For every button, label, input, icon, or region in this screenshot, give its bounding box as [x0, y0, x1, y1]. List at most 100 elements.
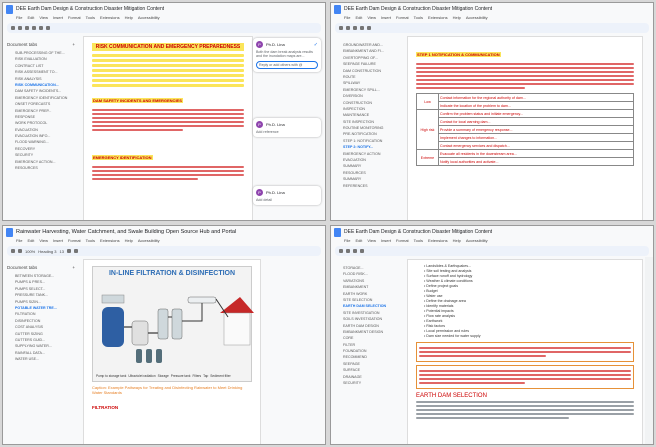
outline-item[interactable]: REFERENCES	[335, 183, 403, 189]
outline-item[interactable]: WATER USE...	[7, 356, 75, 362]
table-cell[interactable]: Contact for local warning dam...	[438, 117, 634, 126]
menu-edit[interactable]: Edit	[27, 15, 34, 22]
figure-label: Sediment filter	[210, 374, 231, 378]
print-icon[interactable]	[353, 249, 357, 253]
menu-insert[interactable]: Insert	[53, 15, 63, 22]
menu-format[interactable]: Format	[68, 238, 81, 245]
resolve-check-icon[interactable]: ✓	[314, 42, 318, 48]
doc-title[interactable]: DEE Earth Dam Design & Construction Disa…	[16, 6, 164, 12]
menu-extensions[interactable]: Extensions	[100, 238, 120, 245]
print-icon[interactable]	[25, 26, 29, 30]
doc-title[interactable]: DEE Earth Dam Design & Construction Disa…	[344, 6, 492, 12]
doc-page[interactable]: STEP 1 NOTIFICATION & COMMUNICATION Low C…	[407, 36, 643, 220]
link-icon[interactable]	[46, 26, 50, 30]
redo-icon[interactable]	[18, 26, 22, 30]
menu-insert[interactable]: Insert	[53, 238, 63, 245]
menu-insert[interactable]: Insert	[381, 15, 391, 22]
doc-title[interactable]: DEE Earth Dam Design & Construction Disa…	[344, 229, 492, 235]
title-bar: DEE Earth Dam Design & Construction Disa…	[331, 3, 653, 15]
menu-view[interactable]: View	[39, 238, 48, 245]
comment-card[interactable]: P Ph.D. Lina ✓ Both the dam break analys…	[253, 38, 321, 72]
zoom-select[interactable]: 100%	[25, 249, 35, 254]
menu-accessibility[interactable]: Accessibility	[138, 238, 160, 245]
comment-card[interactable]: P Ph.D. Lina Add detail	[253, 186, 321, 205]
filtration-figure[interactable]: IN-LINE FILTRATION & DISINFECTION Pump t…	[92, 266, 254, 382]
menu-tools[interactable]: Tools	[414, 238, 423, 245]
menu-format[interactable]: Format	[396, 15, 409, 22]
outline-item[interactable]: SECURITY	[335, 380, 403, 386]
menu-bar: File Edit View Insert Format Tools Exten…	[3, 238, 325, 245]
menu-edit[interactable]: Edit	[27, 238, 34, 245]
table-cell[interactable]: Contact information for the regional aut…	[438, 93, 634, 102]
avatar: P	[256, 189, 263, 196]
italic-icon[interactable]	[367, 26, 371, 30]
table-cell[interactable]: Implement changes to information...	[438, 133, 634, 142]
menu-tools[interactable]: Tools	[86, 15, 95, 22]
menu-file[interactable]: File	[16, 15, 22, 22]
bold-icon[interactable]	[66, 249, 71, 253]
menu-view[interactable]: View	[367, 15, 376, 22]
reply-input[interactable]: Reply or add others with @	[256, 61, 318, 69]
menu-tools[interactable]: Tools	[86, 238, 95, 245]
menu-file[interactable]: File	[16, 238, 22, 245]
doc-page[interactable]: RISK COMMUNICATION AND EMERGENCY PREPARE…	[83, 36, 253, 220]
document-outline: Document tabs + BETWEEN STORAGE... PUMPS &…	[7, 265, 75, 362]
bold-icon[interactable]	[32, 26, 36, 30]
menu-file[interactable]: File	[344, 238, 350, 245]
menu-help[interactable]: Help	[453, 238, 461, 245]
outline-list: STORAGE... FLOOD RISK... VARIATIONS EMBANKM…	[335, 265, 403, 386]
outline-item[interactable]: RESOURCES	[7, 165, 75, 171]
table-cell[interactable]: Confirm the problem status and initiate …	[438, 109, 634, 118]
menu-extensions[interactable]: Extensions	[428, 15, 448, 22]
menu-accessibility[interactable]: Accessibility	[138, 15, 160, 22]
style-select[interactable]: Heading 3	[38, 249, 56, 254]
table-cell[interactable]: Evacuate all residents in the downstream…	[438, 149, 634, 158]
bold-icon[interactable]	[360, 26, 364, 30]
comment-card[interactable]: P Ph.D. Lina Add reference	[253, 118, 321, 137]
doc-page[interactable]: IN-LINE FILTRATION & DISINFECTION Pump t…	[83, 259, 261, 444]
font-size-input[interactable]: 13	[59, 249, 63, 254]
risk-level: Low	[416, 93, 439, 110]
menu-insert[interactable]: Insert	[381, 238, 391, 245]
menu-extensions[interactable]: Extensions	[428, 238, 448, 245]
document-outline: STORAGE... FLOOD RISK... VARIATIONS EMBANKM…	[335, 265, 403, 386]
menu-accessibility[interactable]: Accessibility	[466, 238, 488, 245]
menu-help[interactable]: Help	[125, 238, 133, 245]
add-tab-icon[interactable]: +	[72, 265, 75, 270]
warning-callout	[416, 365, 634, 389]
menu-view[interactable]: View	[367, 238, 376, 245]
title-bar: DEE Earth Dam Design & Construction Disa…	[3, 3, 325, 15]
redo-icon[interactable]	[346, 249, 350, 253]
menu-help[interactable]: Help	[125, 15, 133, 22]
add-tab-icon[interactable]: +	[72, 42, 75, 47]
redo-icon[interactable]	[18, 249, 22, 253]
doc-page[interactable]: • Landslides & Earthquakes... • Site soil…	[407, 259, 643, 444]
menu-view[interactable]: View	[39, 15, 48, 22]
table-cell[interactable]: Notify local authorities and activate...	[438, 157, 634, 166]
menu-extensions[interactable]: Extensions	[100, 15, 120, 22]
menu-help[interactable]: Help	[453, 15, 461, 22]
section-heading: EARTH DAM SELECTION	[416, 393, 487, 399]
menu-format[interactable]: Format	[68, 15, 81, 22]
italic-icon[interactable]	[39, 26, 43, 30]
bold-icon[interactable]	[360, 249, 364, 253]
italic-icon[interactable]	[73, 249, 78, 253]
menu-tools[interactable]: Tools	[414, 15, 423, 22]
table-cell[interactable]: Indicate the location of the problem to …	[438, 101, 634, 110]
menu-edit[interactable]: Edit	[355, 15, 362, 22]
undo-icon[interactable]	[11, 249, 15, 253]
print-icon[interactable]	[353, 26, 357, 30]
undo-icon[interactable]	[339, 26, 343, 30]
undo-icon[interactable]	[339, 249, 343, 253]
figure-title: IN-LINE FILTRATION & DISINFECTION	[108, 270, 236, 277]
table-cell[interactable]: Provide a summary of emergency response.…	[438, 125, 634, 134]
menu-accessibility[interactable]: Accessibility	[466, 15, 488, 22]
menu-edit[interactable]: Edit	[355, 238, 362, 245]
table-cell[interactable]: Contact emergency services and dispatch.…	[438, 141, 634, 150]
redo-icon[interactable]	[346, 26, 350, 30]
undo-icon[interactable]	[11, 26, 15, 30]
menu-format[interactable]: Format	[396, 238, 409, 245]
doc-title[interactable]: Rainwater Harvesting, Water Catchment, a…	[16, 229, 236, 235]
format-toolbar	[335, 23, 649, 33]
menu-file[interactable]: File	[344, 15, 350, 22]
